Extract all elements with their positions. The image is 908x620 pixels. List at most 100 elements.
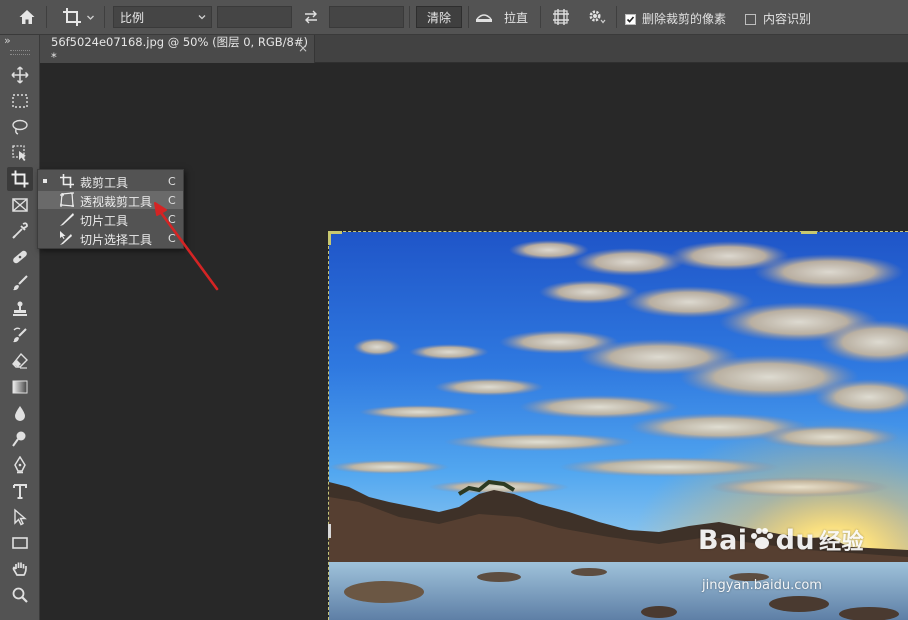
tool-eyedropper[interactable] xyxy=(7,219,33,243)
flyout-item-shortcut: C xyxy=(168,194,176,207)
panel-collapse-button[interactable]: » xyxy=(4,34,11,47)
tool-frame[interactable] xyxy=(7,193,33,217)
tool-preset-picker[interactable] xyxy=(56,5,100,29)
crop-ratio-value: 比例 xyxy=(120,10,145,25)
eraser-icon xyxy=(12,352,28,369)
tool-zoom[interactable] xyxy=(7,583,33,607)
flyout-item-shortcut: C xyxy=(168,175,176,188)
watermark-logo-text: Bai xyxy=(698,525,748,556)
checkmark-icon xyxy=(626,15,635,23)
document-tab-bar: 56f5024e07168.jpg @ 50% (图层 0, RGB/8#) *… xyxy=(40,35,908,64)
flyout-item-label: 透视裁剪工具 xyxy=(80,195,153,209)
watermark-logo-text-2: du xyxy=(775,525,816,556)
height-input[interactable] xyxy=(329,6,404,28)
tool-brush[interactable] xyxy=(7,271,33,295)
zoom-icon xyxy=(12,587,28,603)
hand-icon xyxy=(12,562,27,576)
document-tab-title: 56f5024e07168.jpg @ 50% (图层 0, RGB/8#) * xyxy=(51,35,308,64)
tool-healing-brush[interactable] xyxy=(7,245,33,269)
flyout-item-perspective-crop[interactable]: 透视裁剪工具 C xyxy=(38,191,183,209)
flyout-item-crop[interactable]: 裁剪工具 C xyxy=(38,172,183,190)
divider xyxy=(616,6,617,28)
tool-pen[interactable] xyxy=(7,453,33,477)
close-tab-icon[interactable]: × xyxy=(298,41,308,55)
tool-rectangle[interactable] xyxy=(7,531,33,555)
divider xyxy=(46,6,47,28)
flyout-item-label: 切片选择工具 xyxy=(80,233,153,247)
tool-path-select[interactable] xyxy=(7,505,33,529)
divider xyxy=(409,6,410,28)
paw-icon xyxy=(750,528,773,549)
tool-crop[interactable] xyxy=(7,167,33,191)
content-aware-checkbox[interactable]: 内容识别 xyxy=(745,11,811,27)
crop-icon xyxy=(11,170,29,188)
flyout-item-shortcut: C xyxy=(168,232,176,245)
delete-cropped-pixels-label: 删除裁剪的像素 xyxy=(642,12,727,26)
delete-cropped-pixels-checkbox[interactable]: 删除裁剪的像素 xyxy=(625,11,726,27)
gear-icon xyxy=(589,10,606,24)
checkbox-unchecked[interactable] xyxy=(745,13,756,25)
flyout-item-label: 裁剪工具 xyxy=(80,176,129,190)
panel-grip[interactable] xyxy=(10,50,30,55)
checkbox-checked[interactable] xyxy=(625,13,636,25)
chevron-down-icon xyxy=(87,15,94,20)
brush-icon xyxy=(13,275,28,291)
tool-lasso[interactable] xyxy=(7,115,33,139)
flyout-item-slice[interactable]: 切片工具 C xyxy=(38,210,183,228)
overlay-options-button[interactable] xyxy=(547,6,575,28)
tool-rect-marquee[interactable] xyxy=(7,89,33,113)
watermark-logo-text-cn: 经验 xyxy=(819,530,865,555)
straighten-button[interactable]: 拉直 xyxy=(474,6,534,28)
chevron-down-icon xyxy=(198,15,206,20)
watermark-url: jingyan.baidu.com xyxy=(702,578,822,593)
crop-tool-flyout: 裁剪工具 C 透视裁剪工具 C 切片工具 C 切片选择工具 C xyxy=(37,169,184,249)
blur-icon xyxy=(15,406,25,421)
flyout-item-slice-select[interactable]: 切片选择工具 C xyxy=(38,229,183,247)
tool-eraser[interactable] xyxy=(7,349,33,373)
current-tool-indicator xyxy=(43,179,47,183)
width-input[interactable] xyxy=(217,6,292,28)
options-bar: 比例 清除 拉直 删除裁剪的像素 内容识别 xyxy=(0,0,908,35)
content-aware-label: 内容识别 xyxy=(763,12,812,26)
tool-gradient[interactable] xyxy=(7,375,33,399)
healing-brush-icon xyxy=(13,250,27,264)
perspective-crop-icon xyxy=(59,192,75,208)
type-icon xyxy=(13,484,27,499)
swap-dimensions-button[interactable] xyxy=(298,6,324,28)
document-tab[interactable]: 56f5024e07168.jpg @ 50% (图层 0, RGB/8#) *… xyxy=(40,35,315,64)
document-image[interactable] xyxy=(329,232,908,620)
tool-move[interactable] xyxy=(7,63,33,87)
divider xyxy=(540,6,541,28)
crop-settings-button[interactable] xyxy=(583,6,611,28)
eyedropper-icon xyxy=(12,222,28,239)
flyout-item-label: 切片工具 xyxy=(80,214,129,228)
tool-dodge[interactable] xyxy=(7,427,33,451)
flyout-item-shortcut: C xyxy=(168,213,176,226)
tool-hand[interactable] xyxy=(7,557,33,581)
tools-panel: » xyxy=(0,34,40,620)
move-icon xyxy=(11,66,29,84)
gradient-icon xyxy=(12,380,28,394)
lasso-icon xyxy=(12,119,28,135)
history-brush-icon xyxy=(13,327,27,343)
tool-type[interactable] xyxy=(7,479,33,503)
clear-button[interactable]: 清除 xyxy=(416,6,462,28)
tool-blur[interactable] xyxy=(7,401,33,425)
level-icon xyxy=(476,14,492,22)
home-button[interactable] xyxy=(14,6,40,28)
pen-icon xyxy=(14,456,26,474)
home-icon xyxy=(19,10,35,24)
slice-icon xyxy=(59,211,75,227)
path-select-icon xyxy=(14,508,27,526)
clone-stamp-icon xyxy=(13,301,27,316)
crop-icon xyxy=(63,8,81,26)
frame-icon xyxy=(12,198,28,212)
dodge-icon xyxy=(12,431,26,447)
tool-clone-stamp[interactable] xyxy=(7,297,33,321)
grid-icon xyxy=(553,9,569,25)
tool-history-brush[interactable] xyxy=(7,323,33,347)
divider xyxy=(104,6,105,28)
tool-object-select[interactable] xyxy=(7,141,33,165)
crop-ratio-select[interactable]: 比例 xyxy=(113,6,212,28)
baidu-watermark: Bai du 经验 xyxy=(698,524,864,556)
